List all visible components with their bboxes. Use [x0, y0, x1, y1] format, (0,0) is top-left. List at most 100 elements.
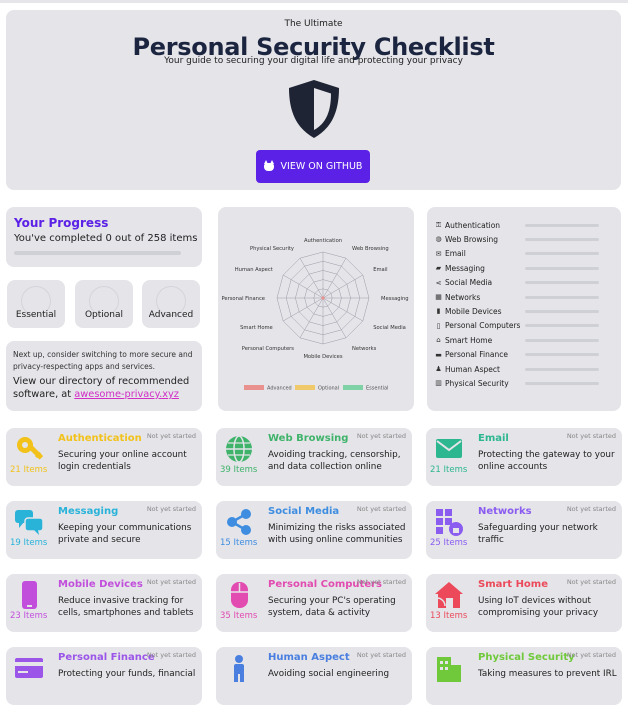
card-item-count: 19 Items: [10, 538, 48, 548]
radar-axis-label: Web Browsing: [352, 246, 389, 252]
card-item-count: 25 Items: [430, 538, 468, 548]
category-progress-bar: [525, 367, 599, 371]
category-list-item[interactable]: ▯ Personal Computers: [434, 320, 614, 332]
radar-axis-label: Personal Finance: [221, 296, 265, 302]
card-status: Not yet started: [356, 432, 406, 440]
building-icon: [434, 653, 464, 683]
card-description: Safeguarding your network traffic: [478, 523, 598, 545]
card-item-count: 35 Items: [220, 611, 258, 621]
category-card[interactable]: Networks Not yet started Safeguarding your…: [426, 501, 622, 559]
category-card[interactable]: Smart Home Not yet started Using IoT devic…: [426, 574, 622, 632]
category-card[interactable]: Email Not yet started Protecting the gatew…: [426, 428, 622, 486]
card-icon: [14, 653, 44, 683]
view-on-github-button[interactable]: VIEW ON GITHUB: [256, 150, 370, 183]
network-icon: ▦: [435, 293, 442, 301]
building-icon: ▥: [435, 379, 442, 388]
card-title: Email: [478, 433, 509, 444]
category-progress-bar: [525, 252, 599, 256]
level-advanced[interactable]: Advanced: [142, 280, 200, 328]
category-progress-bar: [525, 295, 599, 299]
category-card[interactable]: Web Browsing Not yet started Avoiding trac…: [216, 428, 412, 486]
radar-axis-label: Human Aspect: [235, 267, 273, 273]
card-title: Personal Finance: [58, 652, 155, 663]
card-status: Not yet started: [146, 505, 196, 513]
share-icon: ⋖: [435, 278, 442, 287]
category-card[interactable]: Mobile Devices Not yet started Reduce inva…: [6, 574, 202, 632]
card-status: Not yet started: [146, 651, 196, 659]
radar-axis-label: Networks: [352, 346, 377, 352]
category-list-item[interactable]: ♟ Human Aspect: [434, 363, 614, 375]
card-item-count: 23 Items: [10, 611, 48, 621]
category-card[interactable]: Human Aspect Not yet started Avoiding soci…: [216, 647, 412, 705]
category-list-label: Web Browsing: [445, 234, 499, 244]
awesome-privacy-link[interactable]: awesome-privacy.xyz: [74, 389, 179, 400]
category-list-label: Smart Home: [445, 335, 493, 345]
card-status: Not yet started: [566, 505, 616, 513]
category-list-label: Personal Finance: [445, 350, 508, 360]
card-description: Securing your online account login crede…: [58, 450, 187, 472]
card-title: Web Browsing: [268, 433, 349, 444]
github-icon: [263, 159, 274, 171]
category-list-item[interactable]: ▦ Networks: [434, 291, 614, 303]
category-progress-bar: [525, 281, 599, 285]
progress-panel: Your Progress You've completed 0 out of …: [6, 207, 202, 267]
category-card[interactable]: Personal Finance Not yet started Protectin…: [6, 647, 202, 705]
progress-text: You've completed 0 out of 258 items: [14, 233, 198, 244]
category-progress-bar: [525, 223, 599, 227]
category-card[interactable]: Authentication Not yet started Securing yo…: [6, 428, 202, 486]
card-title: Physical Security: [478, 652, 575, 663]
next-up-panel: Next up, consider switching to more secu…: [6, 341, 202, 411]
category-list-item[interactable]: ⚿ Authentication: [434, 219, 614, 231]
category-card[interactable]: Physical Security Not yet started Taking m…: [426, 647, 622, 705]
category-list-item[interactable]: ▬ Personal Finance: [434, 349, 614, 361]
radar-data-point: [321, 296, 325, 300]
card-description: Securing your PC's operating system, dat…: [268, 596, 396, 618]
directory-text: View our directory of recommended softwa…: [13, 375, 199, 401]
card-item-count: 21 Items: [10, 465, 48, 475]
category-list-item[interactable]: ▮ Mobile Devices: [434, 305, 614, 317]
category-list-item[interactable]: ✉ Email: [434, 248, 614, 260]
card-title: Messaging: [58, 506, 119, 517]
category-list-item[interactable]: ⋖ Social Media: [434, 277, 614, 289]
category-card[interactable]: Social Media Not yet started Minimizing th…: [216, 501, 412, 559]
key-icon: ⚿: [435, 220, 442, 229]
category-list-item[interactable]: ▰ Messaging: [434, 262, 614, 274]
hero-panel: The Ultimate Personal Security Checklist…: [6, 10, 621, 190]
card-description: Using IoT devices without compromising y…: [478, 596, 599, 618]
card-status: Not yet started: [356, 505, 406, 513]
card-title: Networks: [478, 506, 532, 517]
globe-icon: [224, 434, 254, 464]
category-card[interactable]: Personal Computers Not yet started Securin…: [216, 574, 412, 632]
category-list-item[interactable]: ⌂ Smart Home: [434, 334, 614, 346]
card-status: Not yet started: [566, 578, 616, 586]
category-list-label: Messaging: [445, 263, 485, 273]
category-list-item[interactable]: ◍ Web Browsing: [434, 233, 614, 245]
level-optional[interactable]: Optional: [75, 280, 133, 328]
next-up-text: Next up, consider switching to more secu…: [13, 350, 193, 371]
legend-label: Advanced: [267, 386, 292, 392]
mouse-icon: [224, 580, 254, 610]
level-label: Optional: [84, 310, 124, 320]
hero-kicker: The Ultimate: [284, 19, 343, 29]
home-icon: [434, 580, 464, 610]
category-list-item[interactable]: ▥ Physical Security: [434, 377, 614, 389]
envelope-icon: ✉: [435, 249, 442, 258]
hero-subtitle: Your guide to securing your digital life…: [164, 56, 463, 66]
card-description: Minimizing the risks associated with usi…: [268, 523, 406, 545]
card-status: Not yet started: [356, 651, 406, 659]
category-list-label: Social Media: [445, 278, 493, 288]
category-list-label: Mobile Devices: [445, 306, 502, 316]
progress-title: Your Progress: [14, 216, 109, 230]
progress-bar: [14, 251, 181, 255]
top-divider: [0, 0, 628, 3]
card-title: Smart Home: [478, 579, 549, 590]
card-title: Authentication: [58, 433, 142, 444]
card-title: Social Media: [268, 506, 340, 517]
category-card[interactable]: Messaging Not yet started Keeping your com…: [6, 501, 202, 559]
card-item-count: 39 Items: [220, 465, 258, 475]
radar-chart: Authentication Web Browsing Email Messaging…: [221, 238, 408, 392]
level-essential[interactable]: Essential: [7, 280, 65, 328]
network-icon: [434, 507, 464, 537]
radar-chart-panel: Authentication Web Browsing Email Messaging…: [218, 207, 414, 411]
radar-axis-label: Smart Home: [240, 325, 273, 331]
